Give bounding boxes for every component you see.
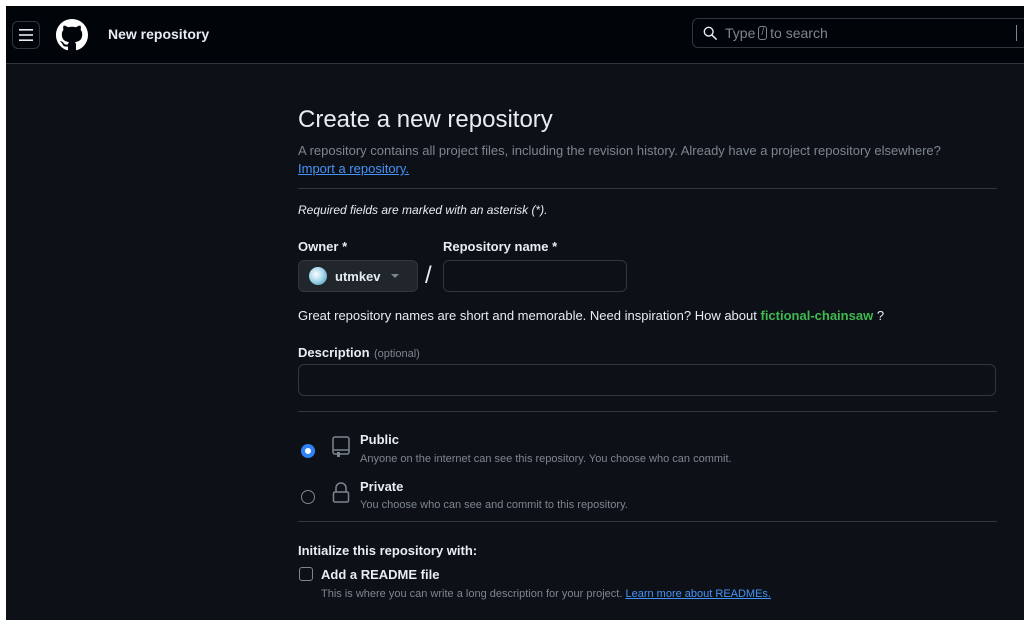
name-hint: Great repository names are short and mem…	[298, 308, 884, 323]
search-placeholder-end: to search	[770, 25, 828, 41]
search-shortcut-key: /	[758, 26, 768, 40]
readme-learn-more-link[interactable]: Learn more about READMEs.	[625, 588, 771, 600]
public-title: Public	[360, 432, 400, 447]
private-title: Private	[360, 479, 404, 494]
name-suggestion[interactable]: fictional-chainsaw	[760, 308, 873, 323]
required-note: Required fields are marked with an aster…	[298, 203, 548, 217]
menu-button[interactable]	[12, 21, 40, 49]
repo-name-input[interactable]	[443, 260, 627, 292]
readme-label[interactable]: Add a README file	[321, 567, 439, 582]
repo-name-label: Repository name *	[443, 239, 558, 254]
owner-name: utmkev	[335, 268, 381, 284]
page-heading: Create a new repository	[298, 106, 553, 133]
owner-dropdown[interactable]: utmkev	[298, 260, 418, 292]
description-label-row: Description (optional)	[298, 344, 420, 362]
owner-label: Owner *	[298, 239, 348, 254]
public-description: Anyone on the internet can see this repo…	[360, 453, 732, 465]
search-placeholder: Type	[725, 25, 756, 41]
top-header: New repository Type / to search	[6, 6, 1024, 64]
chevron-down-icon	[390, 274, 399, 278]
private-description: You choose who can see and commit to thi…	[360, 499, 628, 511]
readme-description: This is where you can write a long descr…	[321, 588, 623, 600]
page-subtitle: A repository contains all project files,…	[298, 142, 998, 178]
divider-bottom	[298, 521, 997, 522]
private-radio[interactable]	[301, 490, 315, 504]
description-optional: (optional)	[373, 348, 420, 360]
github-logo-icon[interactable]	[56, 19, 88, 51]
owner-slash: /	[425, 262, 432, 289]
public-radio[interactable]	[301, 444, 315, 458]
hint-text: Great repository names are short and mem…	[298, 308, 757, 323]
subtitle-text: A repository contains all project files,…	[298, 143, 941, 158]
hamburger-icon	[19, 29, 33, 41]
app-frame: New repository Type / to search Create a…	[6, 6, 1024, 620]
owner-avatar	[309, 267, 327, 285]
init-heading: Initialize this repository with:	[298, 543, 478, 558]
lock-icon	[332, 482, 350, 503]
readme-description-row: This is where you can write a long descr…	[321, 588, 771, 600]
description-label: Description	[298, 345, 370, 360]
page-title: New repository	[108, 26, 210, 42]
divider-middle	[298, 411, 997, 412]
readme-checkbox[interactable]	[299, 567, 313, 581]
search-input[interactable]: Type / to search	[692, 18, 1024, 48]
divider-top	[298, 188, 997, 189]
description-input[interactable]	[298, 364, 996, 396]
hint-end: ?	[876, 308, 885, 323]
search-divider	[1016, 25, 1017, 41]
repo-icon	[332, 436, 350, 457]
main-content: Create a new repository A repository con…	[298, 106, 998, 178]
search-icon	[703, 26, 717, 40]
import-repository-link[interactable]: Import a repository.	[298, 161, 409, 176]
